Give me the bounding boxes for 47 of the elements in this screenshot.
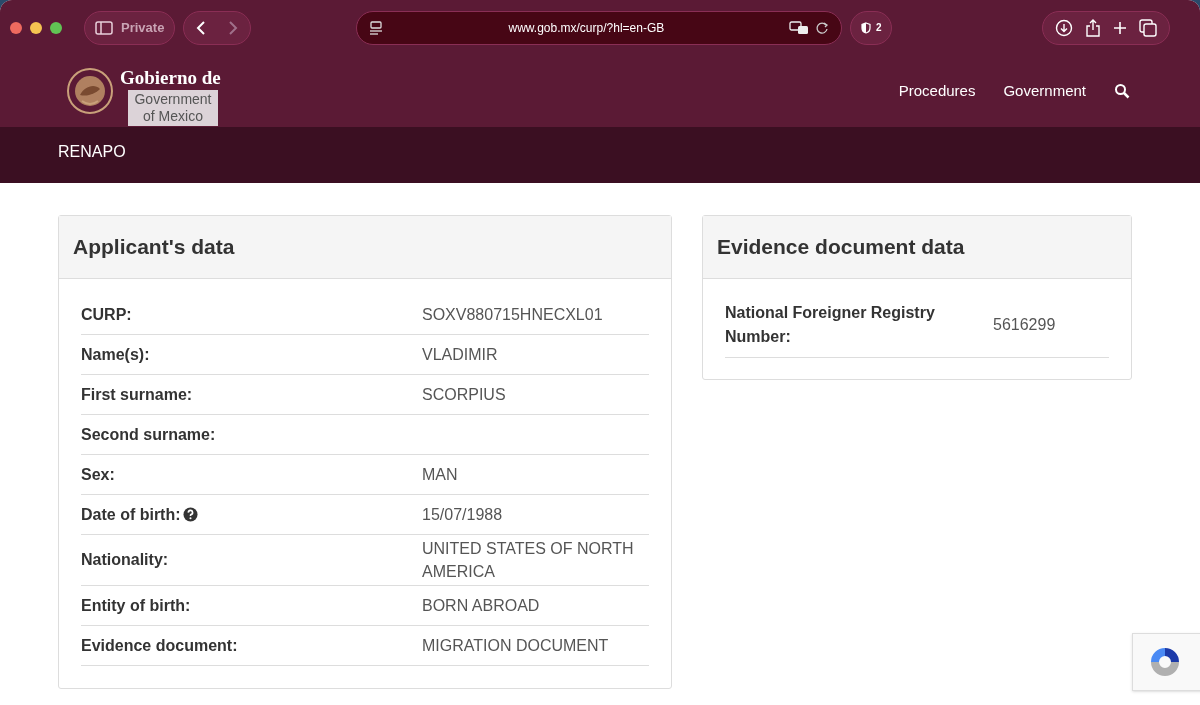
- field-value: BORN ABROAD: [422, 596, 541, 616]
- download-icon[interactable]: [1055, 18, 1073, 37]
- page-menu-icon[interactable]: [369, 20, 384, 35]
- field-label: CURP:: [81, 304, 132, 325]
- field-label: Date of birth:: [81, 504, 181, 525]
- forward-icon[interactable]: [228, 19, 239, 36]
- minimize-window-button[interactable]: [30, 21, 42, 34]
- field-value: 5616299: [993, 315, 1056, 335]
- card-title: Applicant's data: [73, 234, 235, 261]
- section-title: RENAPO: [58, 142, 126, 162]
- field-label: Evidence document:: [81, 635, 238, 656]
- field-label: Name(s):: [81, 344, 150, 365]
- field-label: Nationality:: [81, 550, 169, 570]
- translate-icon[interactable]: [789, 20, 810, 35]
- close-window-button[interactable]: [10, 21, 22, 34]
- new-tab-icon[interactable]: [1113, 20, 1127, 35]
- nav-link[interactable]: Government: [1003, 79, 1086, 103]
- field-label: National Foreigner Registry Number:: [725, 303, 936, 347]
- back-icon[interactable]: [196, 19, 207, 36]
- address-bar[interactable]: www.gob.mx/curp/?hl=en-GB: [356, 10, 843, 45]
- card-title: Evidence document data: [717, 234, 965, 261]
- coat-of-arms-logo: [66, 67, 114, 115]
- maximize-window-button[interactable]: [50, 21, 62, 34]
- field-value: UNITED STATES OF NORTH AMERICA: [422, 539, 635, 582]
- shield-icon: [861, 21, 872, 34]
- tabs-overview-icon[interactable]: [1139, 18, 1157, 37]
- field-value: SOXV880715HNECXL01: [422, 305, 604, 325]
- url-text: www.gob.mx/curp/?hl=en-GB: [507, 19, 666, 37]
- help-icon[interactable]: [182, 507, 198, 522]
- field-value: MAN: [422, 465, 459, 485]
- privacy-report-button[interactable]: 2: [850, 10, 893, 45]
- field-label: Second surname:: [81, 424, 216, 445]
- field-value: VLADIMIR: [422, 345, 499, 365]
- sidebar-icon: [95, 20, 113, 35]
- field-label: Sex:: [81, 464, 115, 485]
- share-icon[interactable]: [1085, 18, 1101, 37]
- logo-text: Gobierno de: [120, 69, 221, 87]
- nav-link[interactable]: Procedures: [898, 79, 976, 103]
- field-value: SCORPIUS: [422, 385, 507, 405]
- field-label: First surname:: [81, 384, 193, 405]
- translation-overlay: Government of Mexico: [128, 90, 218, 126]
- field-label: Entity of birth:: [81, 595, 191, 616]
- field-value: MIGRATION DOCUMENT: [422, 636, 610, 656]
- search-icon[interactable]: [1114, 83, 1130, 99]
- reload-icon[interactable]: [815, 20, 830, 35]
- sidebar-toggle-button[interactable]: Private: [84, 10, 176, 45]
- field-value: 15/07/1988: [422, 505, 504, 525]
